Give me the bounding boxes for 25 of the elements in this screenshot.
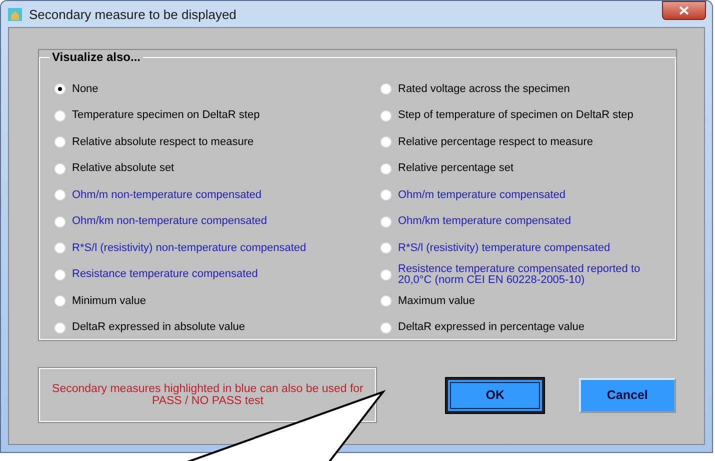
dialog-button[interactable]: OK <box>446 378 544 412</box>
radio-option[interactable]: Rated voltage across the specimen <box>380 76 665 102</box>
radio-option[interactable]: Step of temperature of specimen on DeltaR step <box>380 102 665 129</box>
radio-option[interactable]: Relative percentage respect to measure <box>380 129 665 156</box>
radio-option[interactable]: Relative absolute respect to measure <box>54 129 380 156</box>
radio-option[interactable]: DeltaR expressed in percentage value <box>380 314 665 341</box>
radio-option[interactable]: Ohm/m temperature compensated <box>380 182 665 208</box>
radio-option[interactable]: Relative absolute set <box>54 156 380 182</box>
group-title: Visualize also... <box>51 50 142 64</box>
radio-option[interactable]: Minimum value <box>54 288 380 314</box>
radio-option[interactable]: DeltaR expressed in absolute value <box>54 314 380 341</box>
radio-option[interactable]: R*S/l (resistivity) non-temperature compensated <box>54 235 380 262</box>
radio-option[interactable]: Relative percentage set <box>380 156 665 182</box>
radio-option[interactable]: Ohm/km non-temperature compensated <box>54 208 380 235</box>
radio-option[interactable]: Resistance temperature compensated <box>54 262 380 288</box>
radio-option[interactable]: Ohm/m non-temperature compensated <box>54 182 380 208</box>
radio-option[interactable]: Resistence temperature compensated reported to 20,0°C (norm CEI EN 60228-2005-10) <box>380 262 665 288</box>
radio-option[interactable]: Maximum value <box>380 288 665 314</box>
radio-option[interactable]: None <box>54 76 380 102</box>
window-title: Secondary measure to be displayed <box>29 6 236 22</box>
info-note: Secondary measures highlighted in blue can also be used for PASS / NO PASS test <box>39 368 376 422</box>
radio-option[interactable]: Ohm/km temperature compensated <box>380 208 665 235</box>
radio-option[interactable]: R*S/l (resistivity) temperature compensated <box>380 235 665 262</box>
radio-option[interactable]: Temperature specimen on DeltaR step <box>54 102 380 129</box>
dialog-button[interactable]: Cancel <box>578 378 676 412</box>
